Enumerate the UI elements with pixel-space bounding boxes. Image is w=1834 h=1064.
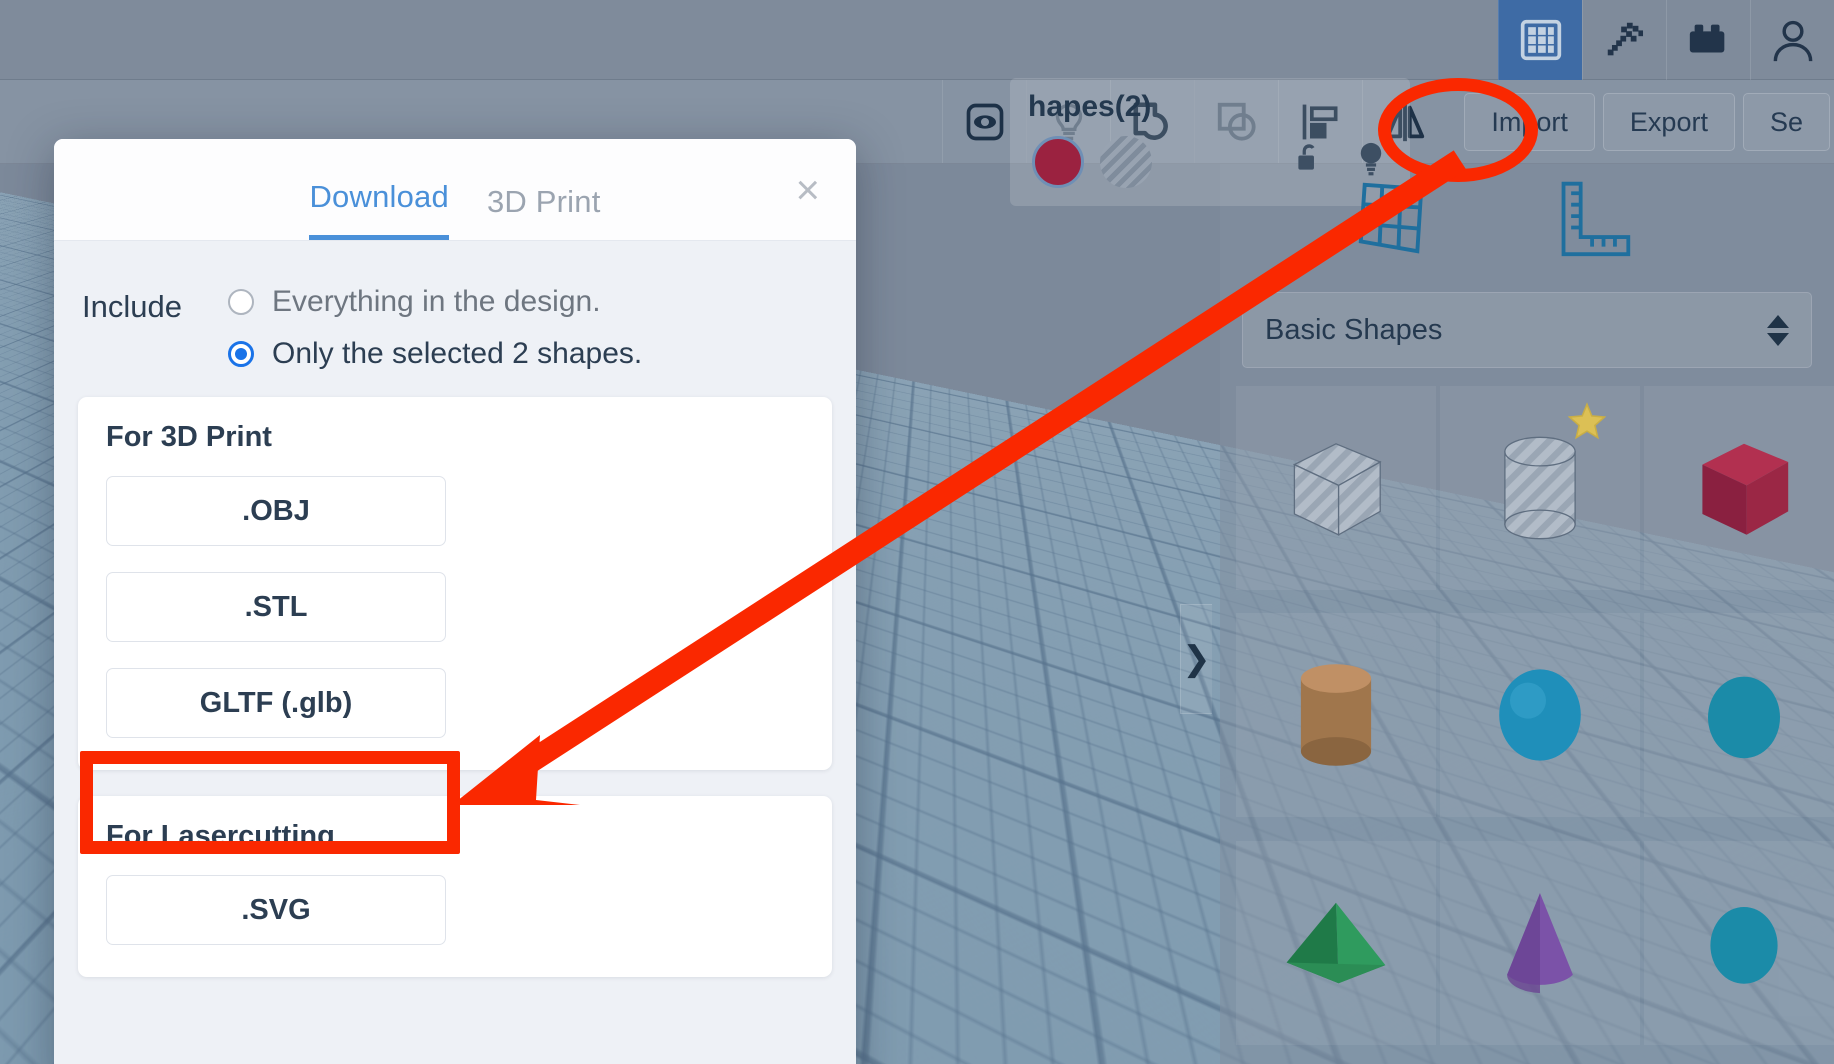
swatch-solid-red[interactable] — [1032, 136, 1084, 188]
radio-everything[interactable]: Everything in the design. — [228, 285, 642, 319]
format-gltf-button[interactable]: GLTF (.glb) — [106, 668, 446, 738]
app-root: Import Export Se hapes(2) Basic Shapes ❯… — [0, 0, 1834, 1064]
chevron-updown-icon — [1767, 314, 1789, 346]
shape-red-box[interactable] — [1644, 386, 1834, 590]
favorite-star-icon — [1567, 402, 1607, 445]
shape-grid — [1236, 386, 1834, 1064]
include-section: Include Everything in the design. Only t… — [54, 241, 856, 371]
export-dialog: Download 3D Print × Include Everything i… — [54, 139, 856, 1064]
section-lasercutting-formats: .SVG — [106, 875, 804, 945]
shape-category-dropdown[interactable]: Basic Shapes — [1242, 292, 1812, 368]
section-lasercutting-title: For Lasercutting — [106, 820, 335, 852]
format-obj-button[interactable]: .OBJ — [106, 476, 446, 546]
dialog-tabs: Download 3D Print — [309, 179, 600, 240]
shapes-panel: hapes(2) Basic Shapes ❯ — [1010, 78, 1834, 1064]
format-stl-button[interactable]: .STL — [106, 572, 446, 642]
radio-everything-circle[interactable] — [228, 289, 254, 315]
grid-view-icon[interactable] — [1498, 0, 1582, 80]
tab-download[interactable]: Download — [309, 179, 449, 240]
shape-purple-cone[interactable] — [1440, 840, 1640, 1045]
section-3d-print-title: For 3D Print — [106, 421, 272, 453]
panel-collapse-button[interactable]: ❯ — [1180, 604, 1212, 714]
include-options: Everything in the design. Only the selec… — [228, 285, 642, 371]
radio-selected[interactable]: Only the selected 2 shapes. — [228, 337, 642, 371]
shape-category-value: Basic Shapes — [1265, 313, 1443, 346]
shape-blue-sphere[interactable] — [1440, 613, 1640, 818]
section-3d-print: For 3D Print .OBJ .STL GLTF (.glb) — [78, 397, 832, 770]
panel-tools — [1220, 164, 1834, 272]
shape-brown-cylinder[interactable] — [1236, 613, 1436, 818]
swatch-hole[interactable] — [1100, 136, 1152, 188]
section-lasercutting: For Lasercutting .SVG — [78, 796, 832, 977]
dialog-header: Download 3D Print × — [54, 139, 856, 241]
radio-selected-label: Only the selected 2 shapes. — [272, 337, 643, 370]
radio-everything-label: Everything in the design. — [272, 285, 601, 318]
pickaxe-icon[interactable] — [1582, 0, 1666, 80]
top-icon-bar — [0, 0, 1834, 80]
shape-teal-extra[interactable] — [1644, 613, 1834, 818]
shape-cylinder-hole[interactable] — [1440, 386, 1640, 590]
format-svg-button[interactable]: .SVG — [106, 875, 446, 945]
selection-swatches — [1032, 136, 1152, 188]
export-button[interactable]: Export — [1602, 93, 1735, 151]
ruler-icon[interactable] — [1542, 177, 1646, 259]
shape-box-hole[interactable] — [1236, 386, 1436, 590]
close-icon[interactable]: × — [795, 169, 820, 211]
user-avatar-icon[interactable] — [1750, 0, 1834, 80]
lego-brick-icon[interactable] — [1666, 0, 1750, 80]
tab-3d-print[interactable]: 3D Print — [487, 184, 601, 240]
sendto-button[interactable]: Se — [1742, 93, 1830, 151]
radio-selected-circle[interactable] — [228, 341, 254, 367]
include-label: Include — [82, 289, 182, 324]
selection-title: hapes(2) — [1028, 90, 1152, 123]
shape-teal-extra-2[interactable] — [1644, 840, 1834, 1045]
import-button[interactable]: Import — [1464, 93, 1595, 151]
workplane-icon[interactable] — [1340, 177, 1444, 259]
shape-green-pyramid[interactable] — [1236, 840, 1436, 1045]
section-3d-print-formats: .OBJ .STL GLTF (.glb) — [106, 476, 804, 738]
